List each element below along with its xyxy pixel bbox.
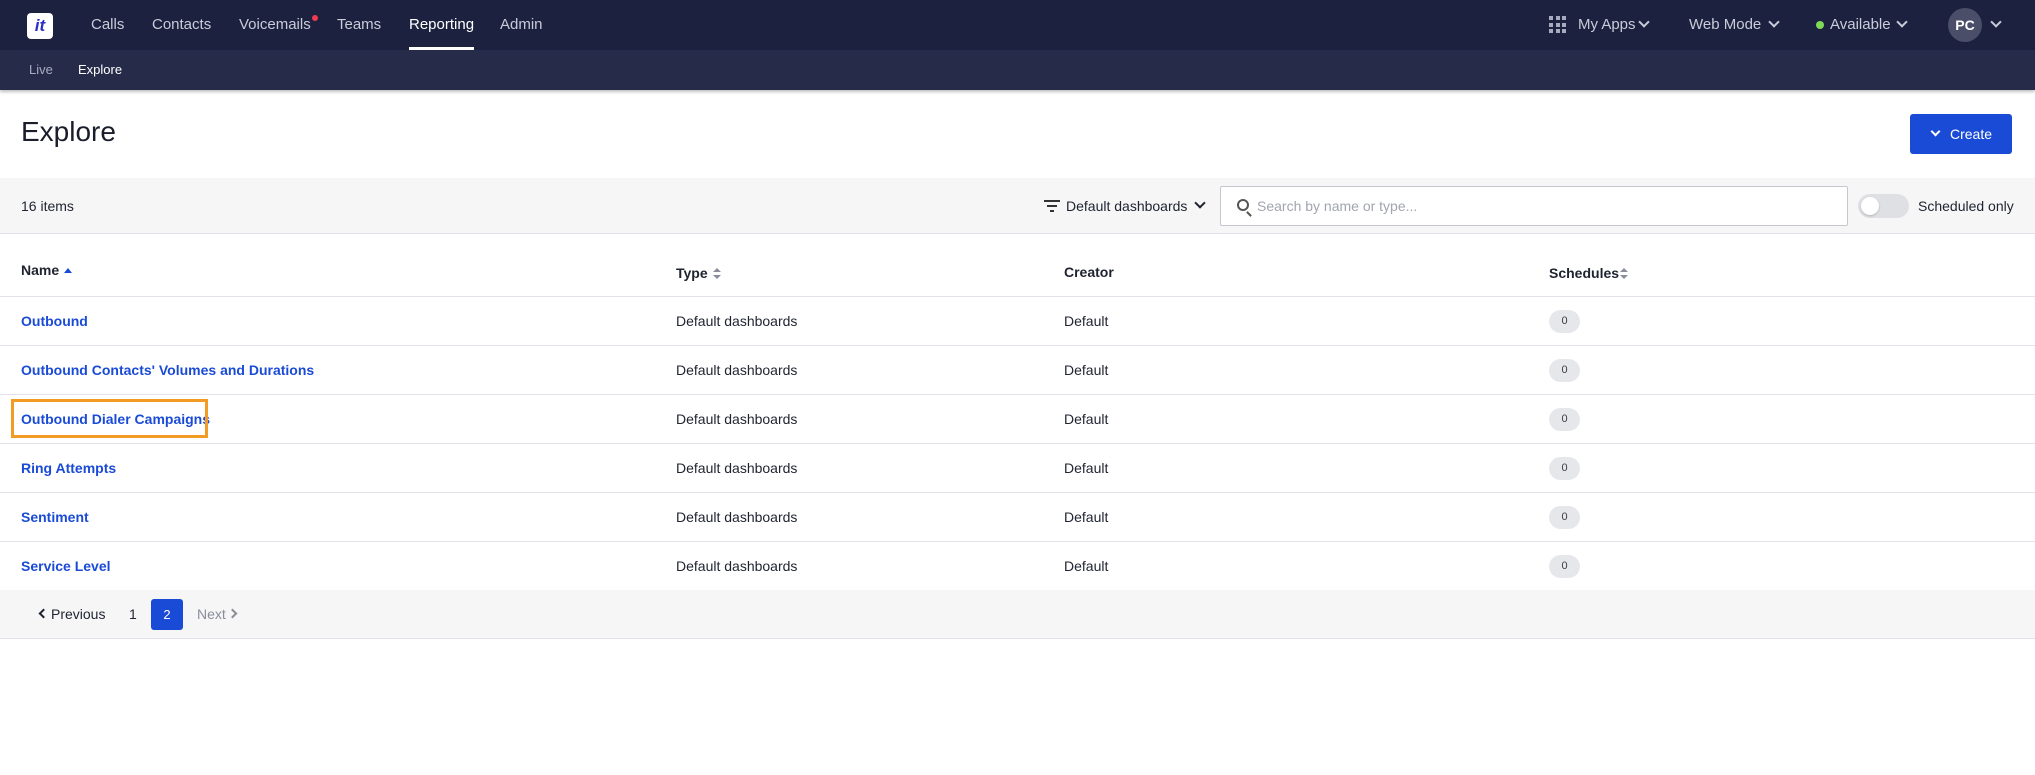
dashboard-creator: Default	[1064, 411, 1109, 427]
dashboard-creator: Default	[1064, 558, 1109, 574]
dashboard-name-link[interactable]: Service Level	[21, 558, 111, 574]
available-status-icon	[1816, 21, 1824, 29]
column-header-creator: Creator	[1064, 264, 1114, 280]
availability-chevron-down-icon	[1896, 16, 1908, 28]
nav-admin[interactable]: Admin	[500, 0, 543, 50]
column-header-schedules[interactable]: Schedules	[1549, 265, 1619, 281]
dashboard-creator: Default	[1064, 313, 1109, 329]
table-row: Outbound Default dashboards Default 0	[0, 297, 2035, 346]
my-apps-chevron-down-icon	[1638, 16, 1650, 28]
nav-reporting[interactable]: Reporting	[409, 0, 475, 50]
avatar-chevron-down-icon[interactable]	[1990, 16, 2002, 28]
dashboard-creator: Default	[1064, 460, 1109, 476]
highlight-box	[11, 399, 208, 438]
page-1-button[interactable]: 1	[129, 606, 137, 622]
filter-chevron-down-icon	[1194, 197, 1206, 209]
my-apps-menu[interactable]: My Apps	[1578, 0, 1636, 50]
user-avatar[interactable]: PC	[1948, 8, 1982, 42]
subnav-live[interactable]: Live	[29, 50, 53, 90]
chevron-down-icon	[1930, 126, 1941, 137]
table-header: Name Type Creator Schedules	[0, 248, 2035, 297]
scheduled-only-label: Scheduled only	[1918, 198, 2014, 214]
nav-voicemails[interactable]: Voicemails	[239, 0, 311, 50]
search-icon	[1237, 199, 1249, 211]
create-button-label: Create	[1950, 126, 1993, 142]
availability-menu[interactable]: Available	[1830, 0, 1891, 50]
dashboard-type: Default dashboards	[676, 509, 798, 525]
toggle-knob	[1861, 197, 1879, 215]
table-row: Outbound Dialer Campaigns Default dashbo…	[0, 395, 2035, 444]
schedules-count-badge: 0	[1549, 359, 1580, 382]
schedules-count-badge: 0	[1549, 506, 1580, 529]
schedules-count-badge: 0	[1549, 457, 1580, 480]
table-row: Ring Attempts Default dashboards Default…	[0, 444, 2035, 493]
dashboard-type: Default dashboards	[676, 411, 798, 427]
sort-icon[interactable]	[1620, 268, 1628, 280]
table-row: Outbound Contacts' Volumes and Durations…	[0, 346, 2035, 395]
app-logo[interactable]: it	[27, 13, 53, 39]
dashboard-creator: Default	[1064, 362, 1109, 378]
page-2-button-current[interactable]: 2	[151, 599, 183, 630]
create-button[interactable]: Create	[1910, 114, 2012, 154]
apps-grid-icon[interactable]	[1549, 16, 1566, 33]
items-count: 16 items	[21, 198, 74, 214]
search-box[interactable]	[1220, 186, 1848, 226]
table-row: Service Level Default dashboards Default…	[0, 542, 2035, 591]
voicemail-notification-dot	[312, 15, 318, 21]
subnav-explore[interactable]: Explore	[78, 50, 122, 90]
filter-label: Default dashboards	[1066, 198, 1188, 214]
column-header-type[interactable]: Type	[676, 265, 708, 281]
dashboard-name-link[interactable]: Outbound	[21, 313, 88, 329]
filter-icon	[1044, 200, 1060, 212]
dashboard-type: Default dashboards	[676, 362, 798, 378]
pagination: Previous 1 2 Next	[0, 590, 2035, 639]
next-page-button[interactable]: Next	[197, 606, 226, 622]
schedules-count-badge: 0	[1549, 555, 1580, 578]
dashboard-type: Default dashboards	[676, 313, 798, 329]
page-title: Explore	[21, 116, 116, 147]
nav-calls[interactable]: Calls	[91, 0, 124, 50]
table-row: Sentiment Default dashboards Default 0	[0, 493, 2035, 542]
schedules-count-badge: 0	[1549, 310, 1580, 333]
chevron-right-icon[interactable]	[227, 608, 238, 619]
dashboard-creator: Default	[1064, 509, 1109, 525]
search-input[interactable]	[1257, 187, 1837, 225]
web-mode-chevron-down-icon	[1768, 16, 1780, 28]
schedules-count-badge: 0	[1549, 408, 1580, 431]
dashboard-type: Default dashboards	[676, 460, 798, 476]
web-mode-menu[interactable]: Web Mode	[1689, 0, 1761, 50]
scheduled-only-toggle[interactable]	[1858, 194, 1909, 218]
sub-navigation-bar: Live Explore	[0, 50, 2035, 90]
nav-contacts[interactable]: Contacts	[152, 0, 211, 50]
dashboard-name-link[interactable]: Ring Attempts	[21, 460, 116, 476]
sort-ascending-icon[interactable]	[64, 268, 72, 273]
list-toolbar: 16 items Default dashboards Scheduled on…	[0, 178, 2035, 234]
top-navigation-bar: it Calls Contacts Voicemails Teams Repor…	[0, 0, 2035, 50]
chevron-left-icon[interactable]	[38, 608, 49, 619]
sort-icon[interactable]	[713, 268, 721, 280]
previous-page-button[interactable]: Previous	[51, 606, 105, 622]
column-header-name[interactable]: Name	[21, 262, 59, 278]
dashboard-type: Default dashboards	[676, 558, 798, 574]
dashboard-name-link[interactable]: Outbound Contacts' Volumes and Durations	[21, 362, 314, 378]
dashboard-name-link[interactable]: Sentiment	[21, 509, 89, 525]
nav-teams[interactable]: Teams	[337, 0, 381, 50]
